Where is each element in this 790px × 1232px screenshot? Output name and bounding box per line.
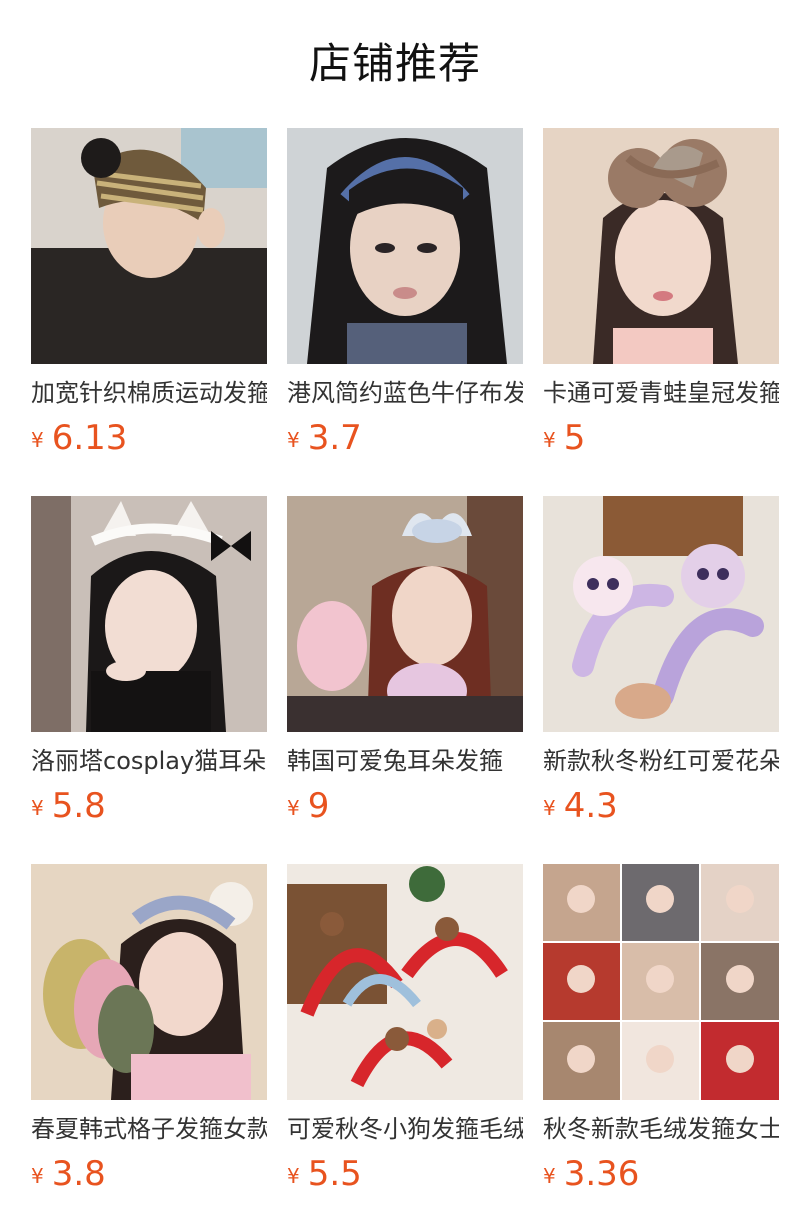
currency-symbol: ¥ [31, 796, 44, 820]
currency-symbol: ¥ [287, 796, 300, 820]
product-price: ¥3.8 [31, 1152, 106, 1196]
product-image[interactable] [31, 864, 267, 1100]
product-card[interactable]: 加宽针织棉质运动发箍 ¥6.13 [31, 128, 267, 496]
product-title[interactable]: 韩国可爱兔耳朵发箍 [287, 744, 523, 778]
product-price: ¥5 [543, 416, 585, 460]
price-amount: 4.3 [563, 786, 618, 826]
product-image[interactable] [543, 128, 779, 364]
product-title[interactable]: 港风简约蓝色牛仔布发箍 [287, 376, 523, 410]
product-image[interactable] [287, 496, 523, 732]
price-amount: 9 [307, 786, 330, 826]
product-card[interactable]: 可爱秋冬小狗发箍毛绒 ¥5.5 [287, 864, 523, 1232]
currency-symbol: ¥ [31, 1164, 44, 1188]
product-title[interactable]: 秋冬新款毛绒发箍女士 [543, 1112, 779, 1146]
product-title[interactable]: 可爱秋冬小狗发箍毛绒 [287, 1112, 523, 1146]
product-price: ¥5.5 [287, 1152, 362, 1196]
product-price: ¥4.3 [543, 784, 618, 828]
currency-symbol: ¥ [543, 1164, 556, 1188]
product-title[interactable]: 卡通可爱青蛙皇冠发箍 [543, 376, 779, 410]
currency-symbol: ¥ [543, 428, 556, 452]
product-card[interactable]: 韩国可爱兔耳朵发箍 ¥9 [287, 496, 523, 864]
price-amount: 3.7 [307, 418, 362, 458]
currency-symbol: ¥ [287, 1164, 300, 1188]
product-card[interactable]: 港风简约蓝色牛仔布发箍 ¥3.7 [287, 128, 523, 496]
product-image[interactable] [31, 128, 267, 364]
price-amount: 5.5 [307, 1154, 362, 1194]
product-card[interactable]: 春夏韩式格子发箍女款 ¥3.8 [31, 864, 267, 1232]
product-price: ¥5.8 [31, 784, 106, 828]
price-amount: 6.13 [51, 418, 128, 458]
product-image[interactable] [287, 864, 523, 1100]
currency-symbol: ¥ [287, 428, 300, 452]
product-title[interactable]: 加宽针织棉质运动发箍 [31, 376, 267, 410]
price-amount: 3.36 [563, 1154, 640, 1194]
product-title[interactable]: 洛丽塔cosplay猫耳朵发箍 [31, 744, 267, 778]
product-card[interactable]: 新款秋冬粉红可爱花朵发箍 ¥4.3 [543, 496, 779, 864]
currency-symbol: ¥ [31, 428, 44, 452]
product-card[interactable]: 洛丽塔cosplay猫耳朵发箍 ¥5.8 [31, 496, 267, 864]
product-price: ¥3.36 [543, 1152, 639, 1196]
price-amount: 3.8 [51, 1154, 106, 1194]
product-image[interactable] [543, 864, 779, 1100]
currency-symbol: ¥ [543, 796, 556, 820]
price-amount: 5 [563, 418, 586, 458]
product-image[interactable] [31, 496, 267, 732]
product-grid: 加宽针织棉质运动发箍 ¥6.13 港风简约蓝色牛仔布发箍 ¥3.7 [31, 128, 779, 1232]
product-card[interactable]: 秋冬新款毛绒发箍女士 ¥3.36 [543, 864, 779, 1232]
price-amount: 5.8 [51, 786, 106, 826]
product-price: ¥6.13 [31, 416, 127, 460]
product-image[interactable] [543, 496, 779, 732]
product-image[interactable] [287, 128, 523, 364]
product-title[interactable]: 新款秋冬粉红可爱花朵发箍 [543, 744, 779, 778]
section-title: 店铺推荐 [308, 39, 481, 88]
product-title[interactable]: 春夏韩式格子发箍女款 [31, 1112, 267, 1146]
product-price: ¥3.7 [287, 416, 362, 460]
product-card[interactable]: 卡通可爱青蛙皇冠发箍 ¥5 [543, 128, 779, 496]
product-price: ¥9 [287, 784, 329, 828]
